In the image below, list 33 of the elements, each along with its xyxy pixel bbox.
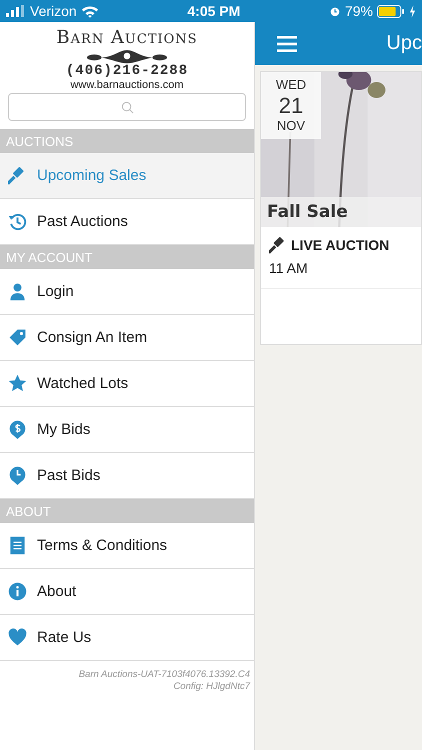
auction-type: LIVE AUCTION — [291, 237, 390, 253]
status-time: 4:05 PM — [187, 3, 240, 19]
logo-title: Barn Auctions — [56, 28, 198, 48]
carrier-name: Verizon — [30, 3, 77, 19]
battery-percent: 79% — [344, 3, 373, 19]
battery-icon — [377, 4, 405, 18]
history-icon — [8, 212, 27, 231]
menu-icon — [277, 36, 297, 52]
sale-time: 11 AM — [268, 259, 309, 276]
version-text: Config: HJlgdNtc7 — [172, 681, 250, 693]
sale-card[interactable]: WED 21 NOV Fall Sale LIVE AUCTION 11 AM — [260, 71, 422, 345]
dollar-pin-icon — [8, 420, 27, 439]
sale-title: Fall Sale — [261, 197, 421, 227]
day-number: 21 — [278, 93, 304, 118]
page-title: Upc — [386, 32, 422, 55]
month-text: NOV — [276, 118, 306, 134]
document-icon — [8, 536, 27, 555]
charging-icon — [409, 4, 416, 18]
search-field[interactable] — [8, 93, 246, 121]
phone-number: (406)216-2288 — [66, 64, 188, 79]
info-icon — [8, 582, 27, 601]
signal-icon — [6, 5, 26, 17]
heart-icon — [8, 628, 27, 647]
clock-pin-icon — [8, 466, 27, 485]
version-text: Barn Auctions-UAT-7103f4076.13392.C4 — [78, 669, 250, 681]
website-url: www.barnauctions.com — [70, 79, 184, 91]
weekday-text: WED — [276, 77, 306, 93]
star-icon — [8, 374, 27, 393]
search-icon — [120, 100, 134, 114]
alarm-icon — [328, 5, 341, 17]
wifi-icon — [80, 4, 99, 18]
tag-icon — [8, 328, 27, 347]
person-icon — [8, 282, 27, 301]
